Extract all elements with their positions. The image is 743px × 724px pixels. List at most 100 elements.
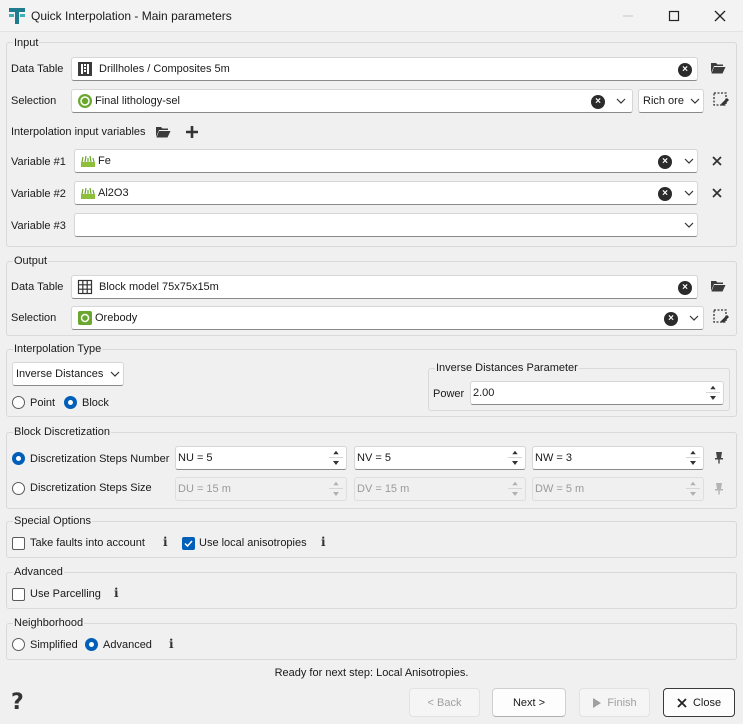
- spin-down-icon[interactable]: [329, 458, 343, 468]
- app-logo-icon: [9, 8, 25, 24]
- faults-checkbox[interactable]: [12, 537, 25, 550]
- nu-spin-buttons[interactable]: [329, 448, 343, 468]
- du-spin-buttons[interactable]: [329, 479, 343, 499]
- checkmark-icon: [184, 540, 193, 548]
- input-data-table-browse-button[interactable]: [709, 59, 727, 77]
- spin-up-icon[interactable]: [329, 479, 343, 489]
- steps-size-radio[interactable]: [12, 482, 25, 495]
- output-data-table-field[interactable]: Block model 75x75x15m ×: [71, 275, 698, 299]
- spin-down-icon[interactable]: [329, 489, 343, 499]
- clear-icon[interactable]: ×: [658, 155, 672, 169]
- du-spinbox[interactable]: DU = 15 m: [175, 477, 347, 501]
- spin-up-icon[interactable]: [329, 448, 343, 458]
- clear-icon[interactable]: ×: [664, 312, 678, 326]
- chevron-down-icon[interactable]: [688, 312, 700, 324]
- spin-up-icon[interactable]: [508, 448, 522, 458]
- simplified-radio[interactable]: [12, 638, 25, 651]
- output-data-table-value: Block model 75x75x15m: [99, 281, 219, 293]
- local-anisotropies-checkbox[interactable]: [182, 537, 195, 550]
- input-selection-field[interactable]: Final lithology-sel ×: [71, 89, 633, 113]
- spin-up-icon[interactable]: [686, 479, 700, 489]
- spin-down-icon[interactable]: [508, 489, 522, 499]
- spin-up-icon[interactable]: [508, 479, 522, 489]
- input-data-table-value: Drillholes / Composites 5m: [99, 63, 230, 75]
- power-spin-buttons[interactable]: [706, 383, 720, 403]
- variable-1-value: Fe: [98, 155, 111, 167]
- point-radio[interactable]: [12, 396, 25, 409]
- parcelling-checkbox[interactable]: [12, 588, 25, 601]
- variable-2-field[interactable]: Al2O3 ×: [74, 181, 698, 205]
- interpolation-variables-label: Interpolation input variables: [11, 126, 146, 138]
- dv-spinbox[interactable]: DV = 15 m: [354, 477, 526, 501]
- selection-icon: [78, 94, 92, 108]
- help-icon[interactable]: ?: [11, 690, 24, 715]
- chevron-down-icon[interactable]: [683, 155, 695, 167]
- variable-1-field[interactable]: Fe ×: [74, 149, 698, 173]
- remove-variable-1-button[interactable]: [708, 152, 726, 170]
- clear-icon[interactable]: ×: [678, 281, 692, 295]
- output-selection-field[interactable]: Orebody ×: [71, 306, 704, 330]
- nu-spinbox[interactable]: NU = 5: [175, 446, 347, 470]
- spin-down-icon[interactable]: [706, 393, 720, 403]
- close-button[interactable]: Close: [663, 688, 735, 717]
- chevron-down-icon[interactable]: [615, 95, 627, 107]
- interpolation-method-value: Inverse Distances: [16, 368, 104, 380]
- block-radio[interactable]: [64, 396, 77, 409]
- folder-open-icon: [711, 281, 726, 292]
- nv-spinbox[interactable]: NV = 5: [354, 446, 526, 470]
- finish-button[interactable]: Finish: [579, 688, 650, 717]
- variable-2-label: Variable #2: [11, 188, 66, 200]
- nw-spinbox[interactable]: NW = 3: [532, 446, 704, 470]
- chevron-down-icon[interactable]: [683, 187, 695, 199]
- spin-down-icon[interactable]: [686, 489, 700, 499]
- chevron-down-icon: [110, 371, 120, 377]
- next-button[interactable]: Next >: [492, 688, 566, 717]
- remove-variable-2-button[interactable]: [708, 184, 726, 202]
- spin-up-icon[interactable]: [686, 448, 700, 458]
- clear-icon[interactable]: ×: [658, 187, 672, 201]
- neighborhood-title: Neighborhood: [13, 617, 85, 629]
- close-window-button[interactable]: [697, 0, 743, 32]
- input-selection-edit-button[interactable]: [712, 91, 730, 109]
- chevron-down-icon[interactable]: [683, 219, 695, 231]
- drillhole-table-icon: [78, 62, 92, 76]
- nw-spin-buttons[interactable]: [686, 448, 700, 468]
- add-variable-button[interactable]: [183, 123, 201, 141]
- close-icon: [677, 697, 687, 708]
- advanced-radio[interactable]: [85, 638, 98, 651]
- spin-up-icon[interactable]: [706, 383, 720, 393]
- output-data-table-browse-button[interactable]: [709, 277, 727, 295]
- nu-value: NU = 5: [178, 452, 213, 464]
- finish-button-label: Finish: [607, 696, 637, 709]
- nv-spin-buttons[interactable]: [508, 448, 522, 468]
- variable-3-field[interactable]: [74, 213, 698, 237]
- steps-number-radio[interactable]: [12, 452, 25, 465]
- spin-down-icon[interactable]: [508, 458, 522, 468]
- inverse-distances-params-title: Inverse Distances Parameter: [435, 362, 579, 374]
- power-spinbox[interactable]: 2.00: [470, 381, 724, 405]
- block-discretization-title: Block Discretization: [13, 426, 111, 438]
- interpolation-method-dropdown[interactable]: Inverse Distances: [12, 362, 124, 386]
- maximize-button[interactable]: [651, 0, 697, 32]
- info-icon[interactable]: i: [321, 535, 326, 549]
- variables-load-button[interactable]: [154, 123, 172, 141]
- special-options-title: Special Options: [13, 515, 93, 527]
- spin-down-icon[interactable]: [686, 458, 700, 468]
- pin-icon[interactable]: [714, 482, 724, 496]
- minimize-button[interactable]: [605, 0, 651, 32]
- dw-spinbox[interactable]: DW = 5 m: [532, 477, 704, 501]
- clear-icon[interactable]: ×: [591, 95, 605, 109]
- dw-spin-buttons[interactable]: [686, 479, 700, 499]
- info-icon[interactable]: i: [163, 535, 168, 549]
- dv-spin-buttons[interactable]: [508, 479, 522, 499]
- input-data-table-field[interactable]: Drillholes / Composites 5m ×: [71, 57, 698, 81]
- output-selection-edit-button[interactable]: [712, 308, 730, 326]
- clear-icon[interactable]: ×: [678, 63, 692, 77]
- back-button[interactable]: < Back: [409, 688, 480, 717]
- info-icon[interactable]: i: [114, 586, 119, 600]
- pin-icon[interactable]: [714, 451, 724, 465]
- variable-2-value: Al2O3: [98, 187, 129, 199]
- selection-filter-dropdown[interactable]: Rich ore: [638, 89, 704, 113]
- info-icon[interactable]: i: [169, 637, 174, 651]
- selection-icon: [78, 311, 92, 325]
